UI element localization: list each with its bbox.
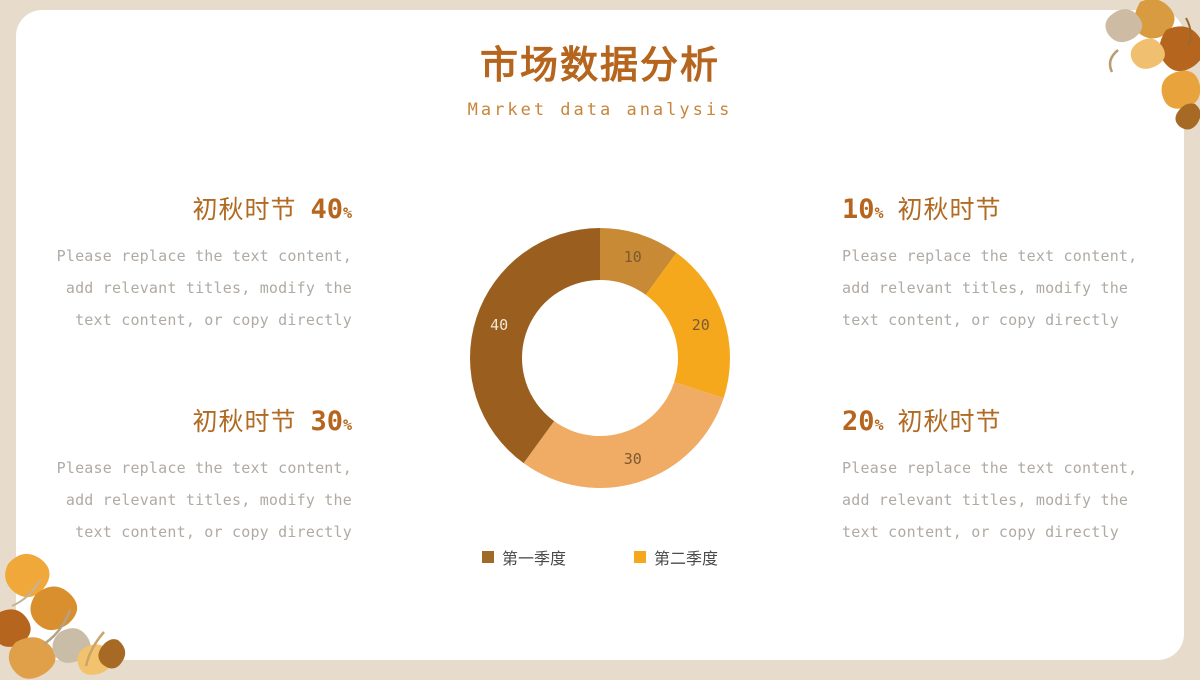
legend-swatch-1 (481, 551, 494, 563)
legend-item-2[interactable]: 第二季度 (634, 545, 718, 569)
stat-percent-value: 10 (842, 194, 875, 225)
chart-legend: 第一季度 第二季度 (420, 545, 780, 569)
percent-symbol: % (874, 204, 884, 222)
stat-description: Please replace the text content, add rel… (842, 247, 1138, 329)
stat-label: 初秋时节 (897, 408, 1002, 436)
percent-symbol: % (874, 416, 884, 434)
stat-label: 初秋时节 (192, 196, 297, 224)
stat-block-bottom-left: 初秋时节 30% Please replace the text content… (42, 402, 352, 548)
stat-block-top-left: 初秋时节 40% Please replace the text content… (42, 190, 352, 336)
stat-header: 20% 初秋时节 (842, 402, 1152, 438)
page-title: 市场数据分析 (479, 45, 720, 87)
stat-label: 初秋时节 (192, 408, 297, 436)
stat-label: 初秋时节 (897, 196, 1002, 224)
stat-block-bottom-right: 20% 初秋时节 Please replace the text content… (842, 402, 1152, 548)
stat-percent-value: 20 (842, 406, 875, 437)
stat-header: 初秋时节 30% (42, 402, 352, 438)
legend-item-1[interactable]: 第一季度 (481, 545, 566, 569)
donut-slice[interactable] (523, 382, 724, 488)
stat-percent-value: 30 (310, 406, 343, 437)
donut-slice[interactable] (470, 228, 600, 464)
legend-label-1: 第一季度 (501, 551, 566, 568)
stat-percent: 20% (842, 406, 884, 437)
stat-header: 10% 初秋时节 (842, 190, 1152, 226)
stat-description: Please replace the text content, add rel… (842, 459, 1138, 541)
stat-header: 初秋时节 40% (42, 190, 352, 226)
donut-slice-label: 30 (624, 450, 642, 468)
stat-block-top-right: 10% 初秋时节 Please replace the text content… (842, 190, 1152, 336)
donut-slices (470, 228, 730, 488)
donut-chart: 10 20 30 40 (420, 178, 780, 538)
donut-slice-label: 20 (692, 316, 710, 334)
donut-slice-label: 10 (624, 248, 642, 266)
stat-percent: 40% (310, 194, 352, 225)
stat-percent: 10% (842, 194, 884, 225)
donut-chart-svg: 10 20 30 40 (470, 228, 730, 488)
stat-description: Please replace the text content, add rel… (56, 247, 352, 329)
percent-symbol: % (342, 204, 352, 222)
slide: 市场数据分析 Market data analysis 初秋时节 40% Ple… (0, 0, 1200, 680)
legend-label-2: 第二季度 (654, 551, 719, 568)
stat-percent-value: 40 (310, 194, 343, 225)
stat-description: Please replace the text content, add rel… (56, 459, 352, 541)
percent-symbol: % (342, 416, 352, 434)
stat-percent: 30% (310, 406, 352, 437)
donut-slice-label: 40 (490, 316, 508, 334)
legend-swatch-2 (634, 551, 646, 563)
page-subtitle: Market data analysis (467, 100, 733, 120)
